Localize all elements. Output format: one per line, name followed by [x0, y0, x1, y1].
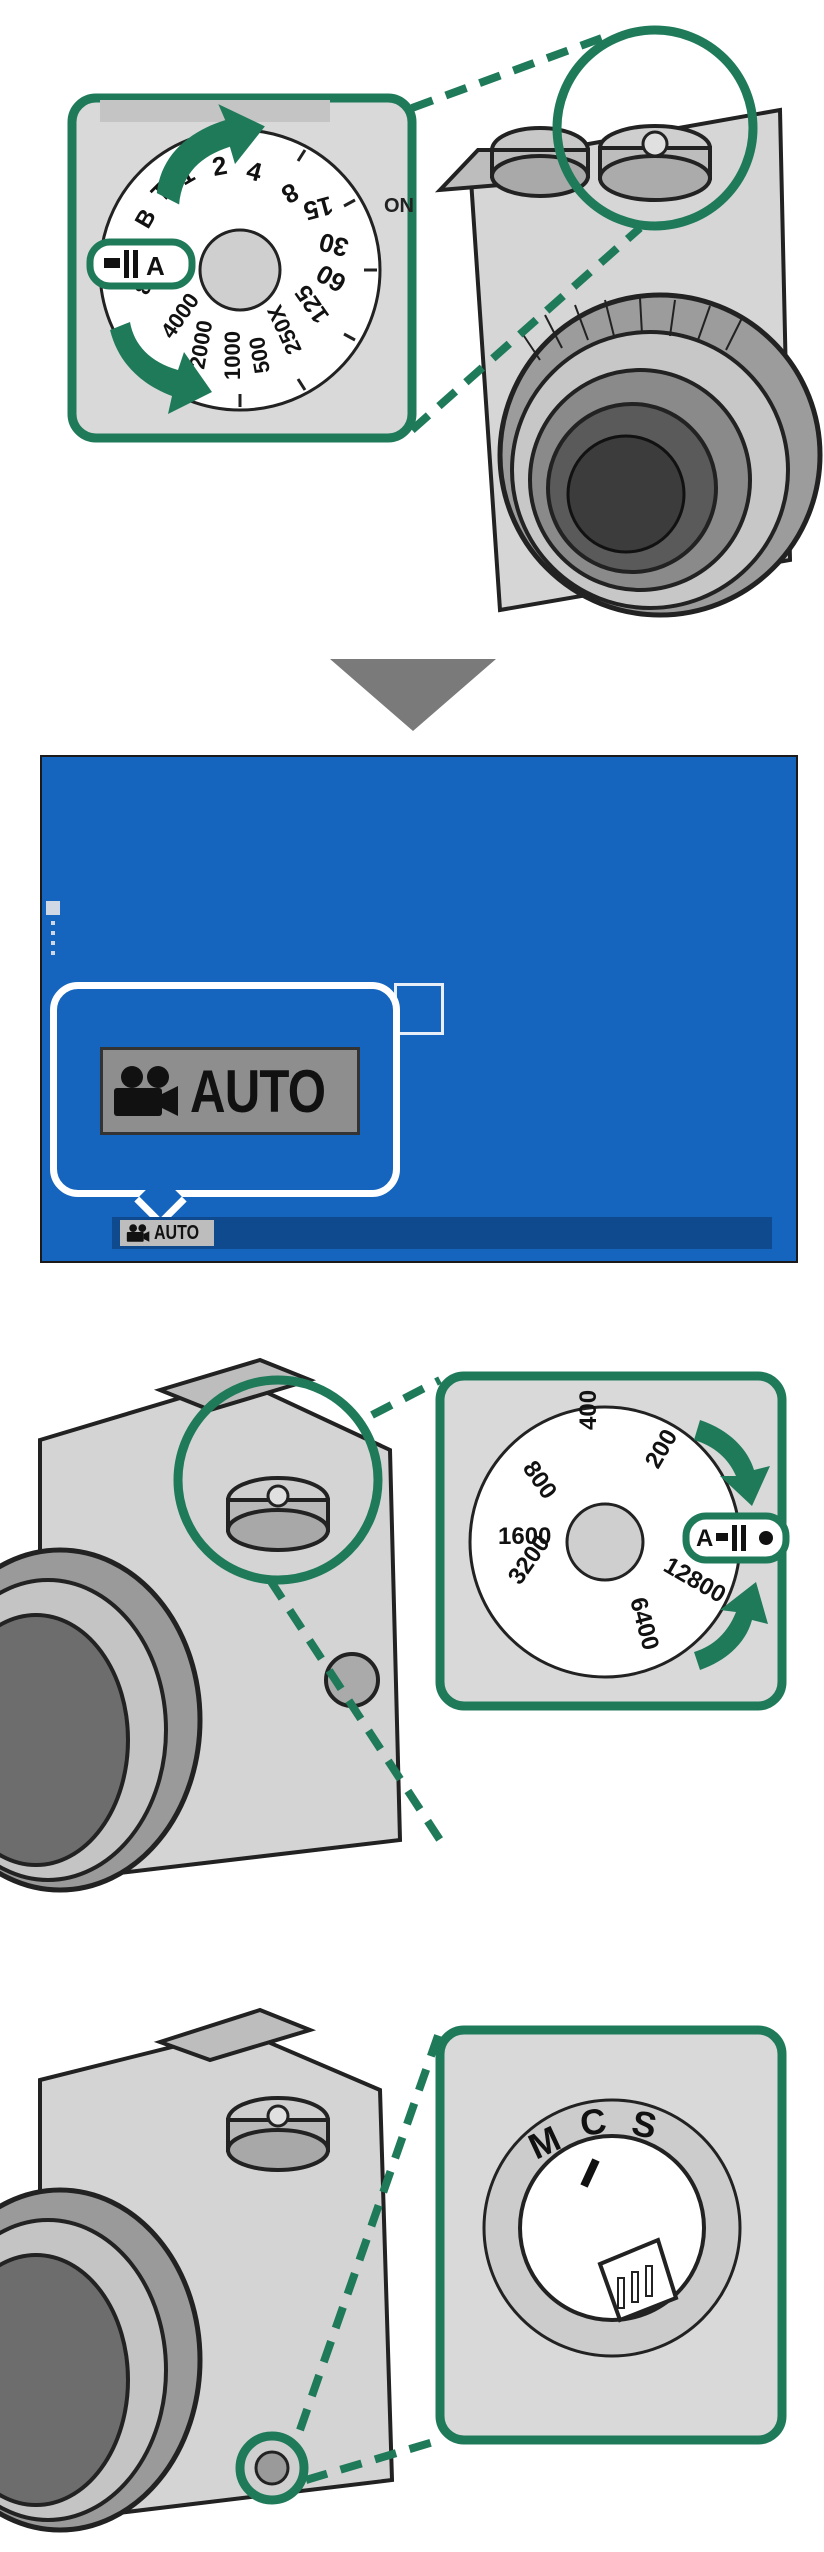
lcd-display-panel: AUTO AUTO: [0, 755, 824, 1265]
focus-selector-inset: M C S: [435, 2025, 787, 2445]
exposure-indicator: [46, 901, 60, 955]
movie-auto-badge: AUTO: [100, 1047, 360, 1135]
shutter-camera-drawing: 4 2 1 T B 8000 4000 2000 1000 500 250X 1…: [67, 25, 823, 618]
dial-label: 1000: [220, 331, 245, 380]
on-label: ON: [384, 195, 414, 217]
status-mode-chip: AUTO: [120, 1220, 215, 1246]
auto-label: AUTO: [189, 1057, 326, 1125]
top-dial: [226, 1476, 330, 1552]
top-dial: [226, 2096, 330, 2172]
lcd-screen: AUTO AUTO: [40, 755, 798, 1263]
iso-label: 400: [575, 1390, 602, 1430]
mode-a-label: A: [146, 251, 165, 281]
iso-dial-illustration: 200 400 800 1600 3200 6400 12800 A: [0, 1320, 824, 1900]
status-auto-label: AUTO: [154, 1221, 200, 1244]
iso-a-label: A: [696, 1525, 713, 1552]
camera-lens: [497, 292, 823, 618]
movie-camera-icon: [113, 1066, 178, 1116]
shutter-dial-illustration: 4 2 1 T B 8000 4000 2000 1000 500 250X 1…: [0, 0, 824, 640]
next-step-arrow: [0, 655, 824, 735]
focus-frame: [394, 983, 444, 1035]
focus-selector-illustration: M C S: [0, 1960, 824, 2552]
shutter-dial-inset: 4 2 1 T B 8000 4000 2000 1000 500 250X 1…: [67, 93, 417, 443]
movie-camera-icon: [126, 1224, 150, 1242]
connector-line: [370, 1376, 442, 1419]
top-dial-right: [598, 124, 712, 202]
down-arrow-icon: [330, 659, 496, 731]
iso-camera-drawing: 200 400 800 1600 3200 6400 12800 A: [0, 1357, 790, 1893]
iso-dial-inset: 200 400 800 1600 3200 6400 12800 A: [435, 1371, 790, 1711]
focus-camera-drawing: M C S: [0, 2007, 787, 2533]
status-bar: AUTO: [112, 1217, 772, 1249]
